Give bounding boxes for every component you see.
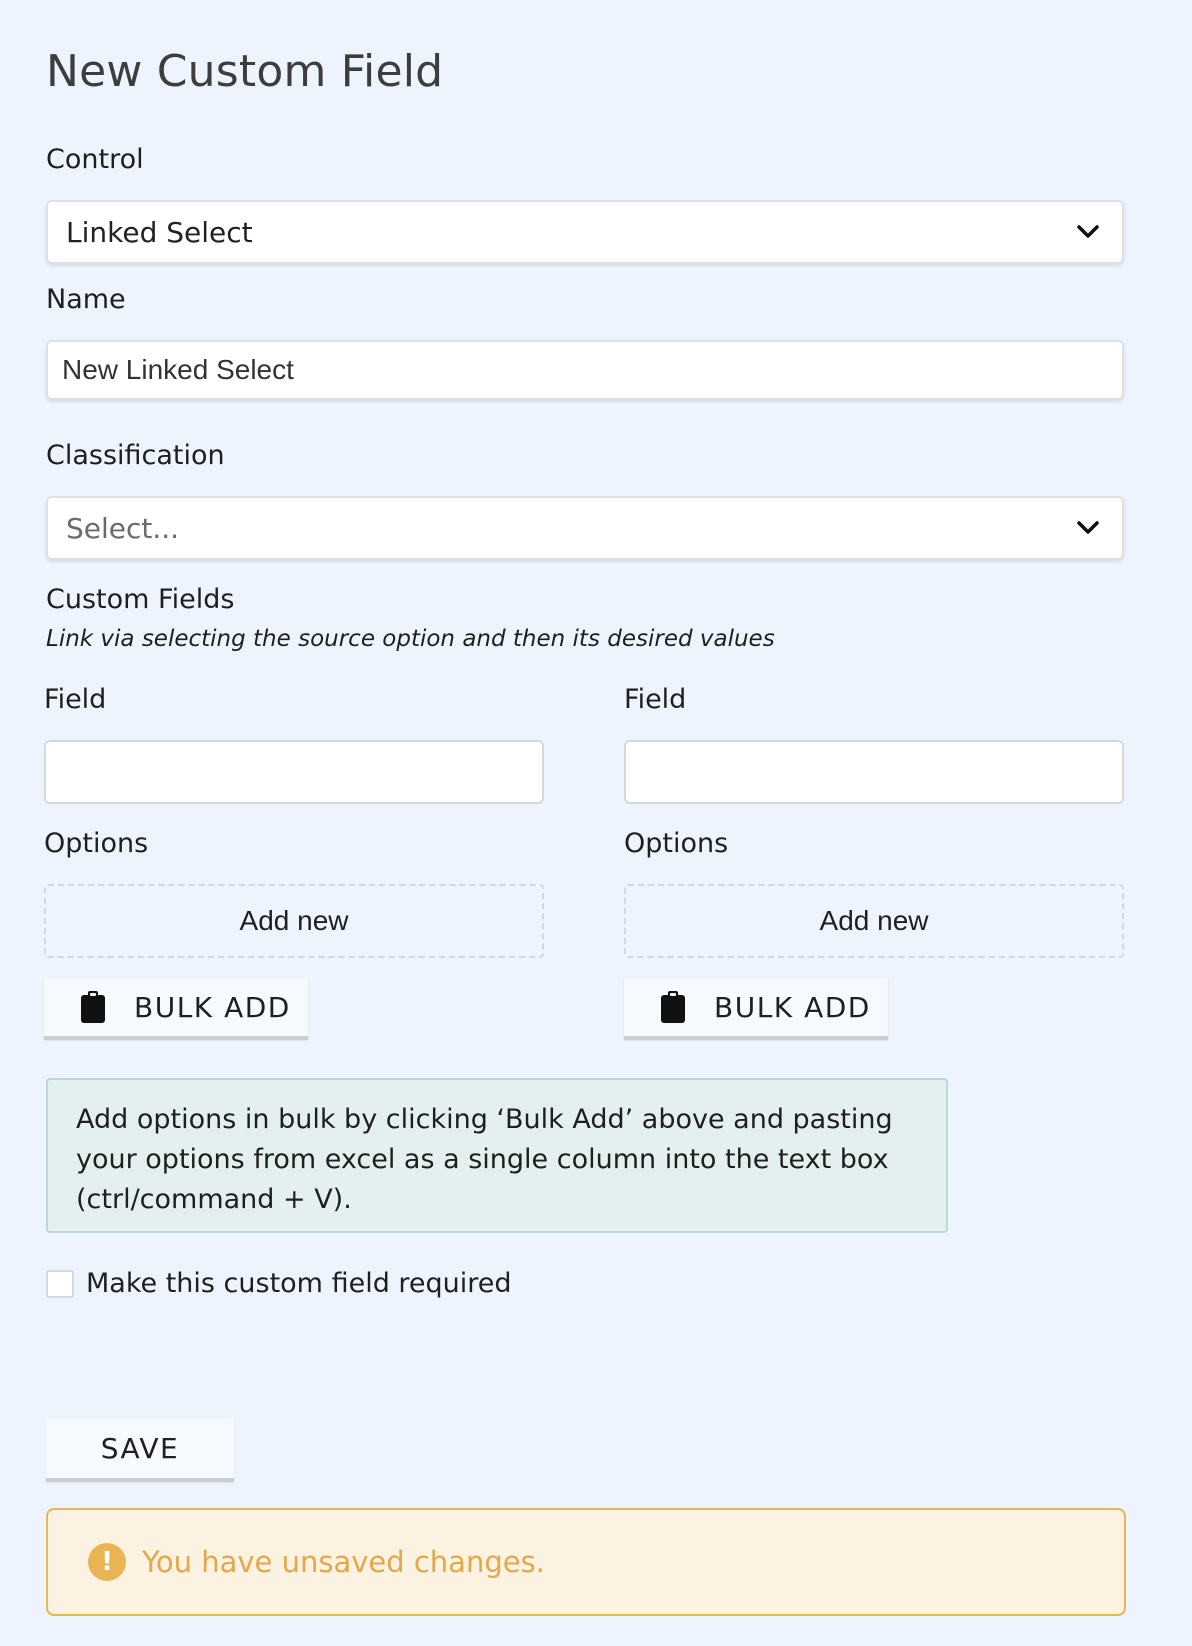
required-checkbox-label: Make this custom field required (86, 1268, 512, 1299)
unsaved-changes-text: You have unsaved changes. (142, 1545, 545, 1579)
classification-label: Classification (46, 440, 225, 471)
field-input-2[interactable] (624, 740, 1124, 804)
field-label-1: Field (44, 684, 107, 715)
bulk-add-info-box: Add options in bulk by clicking ‘Bulk Ad… (46, 1078, 948, 1233)
field-label-2: Field (624, 684, 687, 715)
control-label: Control (46, 144, 144, 175)
name-input[interactable] (46, 340, 1124, 400)
bulk-add-button-1[interactable]: BULK ADD (44, 978, 308, 1040)
field-input-1[interactable] (44, 740, 544, 804)
control-select-value: Linked Select (66, 215, 253, 249)
chevron-down-icon (1077, 225, 1099, 238)
unsaved-changes-banner: ! You have unsaved changes. (46, 1508, 1126, 1616)
save-button[interactable]: SAVE (46, 1418, 234, 1482)
exclamation-circle-icon: ! (88, 1543, 126, 1581)
control-select[interactable]: Linked Select (46, 200, 1124, 264)
add-new-option-button-2[interactable]: Add new (624, 884, 1124, 958)
bulk-add-button-2[interactable]: BULK ADD (624, 978, 888, 1040)
page-title: New Custom Field (46, 46, 444, 97)
bulk-add-label-1: BULK ADD (134, 990, 291, 1024)
options-label-2: Options (624, 828, 729, 859)
bulk-add-label-2: BULK ADD (714, 990, 871, 1024)
custom-fields-heading: Custom Fields (46, 584, 235, 615)
add-new-option-button-1[interactable]: Add new (44, 884, 544, 958)
required-checkbox-row[interactable]: Make this custom field required (46, 1268, 512, 1299)
clipboard-icon (661, 991, 685, 1023)
options-label-1: Options (44, 828, 149, 859)
required-checkbox[interactable] (46, 1269, 74, 1298)
custom-fields-hint: Link via selecting the source option and… (46, 626, 775, 652)
chevron-down-icon (1077, 521, 1099, 534)
classification-select-placeholder: Select... (66, 511, 180, 545)
clipboard-icon (81, 991, 105, 1023)
name-label: Name (46, 284, 126, 315)
classification-select[interactable]: Select... (46, 496, 1124, 560)
